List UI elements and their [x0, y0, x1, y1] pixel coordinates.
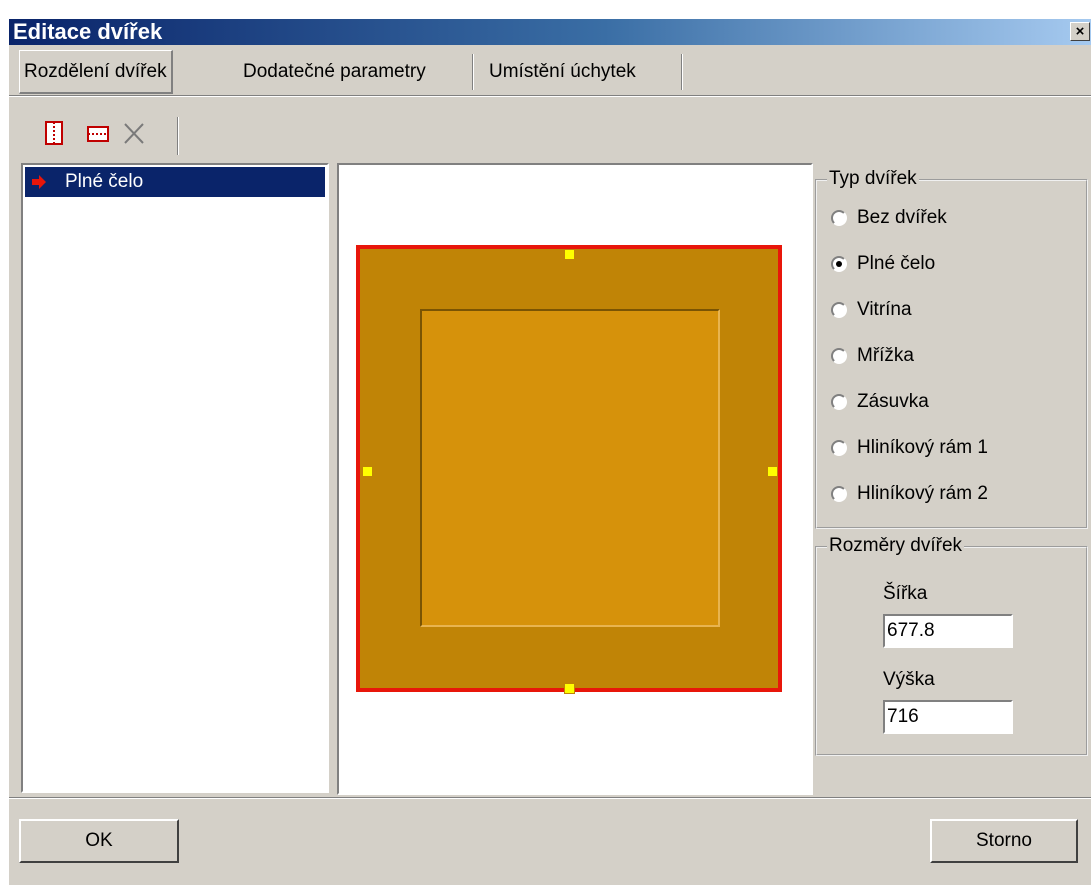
radio-label: Zásuvka	[857, 391, 929, 412]
radio-button[interactable]	[831, 210, 847, 226]
height-label: Výška	[883, 669, 935, 690]
tab-divider	[472, 54, 474, 90]
door-dimensions-title: Rozměry dvířek	[827, 535, 965, 557]
door-type-title: Typ dvířek	[827, 168, 919, 190]
height-input[interactable]	[883, 700, 1013, 734]
radio-label: Vitrína	[857, 299, 912, 320]
radio-label: Hliníkový rám 1	[857, 437, 988, 458]
radio-button[interactable]	[831, 348, 847, 364]
close-button[interactable]: ×	[1070, 22, 1090, 41]
tab-handle-placement[interactable]: Umístění úchytek	[489, 50, 636, 94]
radio-label: Plné čelo	[857, 253, 936, 274]
radio-label: Bez dvířek	[857, 207, 947, 228]
red-arrow-icon	[32, 175, 46, 189]
bottom-divider	[9, 797, 1091, 799]
width-input[interactable]	[883, 614, 1013, 648]
resize-handle-right[interactable]	[767, 466, 778, 477]
split-vertical-icon	[45, 121, 63, 145]
split-vertical-button[interactable]	[41, 119, 71, 149]
title-bar: Editace dvířek ×	[9, 19, 1091, 45]
door-structure-list[interactable]: Plné čelo	[21, 163, 329, 793]
door-dimensions-group: Rozměry dvířek Šířka Výška	[815, 535, 1088, 756]
door-preview-canvas[interactable]	[337, 163, 813, 795]
radio-button[interactable]	[831, 394, 847, 410]
toolbar-divider	[177, 117, 179, 155]
resize-handle-left[interactable]	[362, 466, 373, 477]
list-item-label: Plné čelo	[65, 171, 144, 192]
radio-button[interactable]	[831, 486, 847, 502]
resize-handle-top[interactable]	[564, 249, 575, 260]
delete-icon	[124, 123, 144, 144]
split-horizontal-button[interactable]	[84, 119, 114, 149]
radio-button[interactable]	[831, 256, 847, 272]
window-title: Editace dvířek	[13, 19, 163, 44]
radio-label: Mřížka	[857, 345, 914, 366]
list-item[interactable]: Plné čelo	[25, 167, 325, 197]
door-type-group: Typ dvířek Bez dvířek Plné čelo Vitrína …	[815, 168, 1088, 529]
resize-handle-bottom[interactable]	[564, 683, 575, 694]
width-label: Šířka	[883, 583, 928, 604]
radio-button[interactable]	[831, 302, 847, 318]
radio-label: Hliníkový rám 2	[857, 483, 988, 504]
split-horizontal-icon	[87, 126, 109, 142]
radio-button[interactable]	[831, 440, 847, 456]
tab-door-division[interactable]: Rozdělení dvířek	[19, 50, 173, 94]
dialog-window: Editace dvířek × Rozdělení dvířek Dodate…	[8, 18, 1091, 885]
ok-button[interactable]: OK	[19, 819, 179, 863]
cancel-button[interactable]: Storno	[930, 819, 1078, 863]
door-frame[interactable]	[356, 245, 782, 692]
door-panel[interactable]	[420, 309, 720, 627]
tab-additional-parameters[interactable]: Dodatečné parametry	[243, 50, 426, 94]
tab-bottom-divider	[9, 95, 1091, 97]
tab-divider	[681, 54, 683, 90]
delete-button[interactable]	[119, 119, 149, 149]
toolbar	[19, 115, 1091, 155]
